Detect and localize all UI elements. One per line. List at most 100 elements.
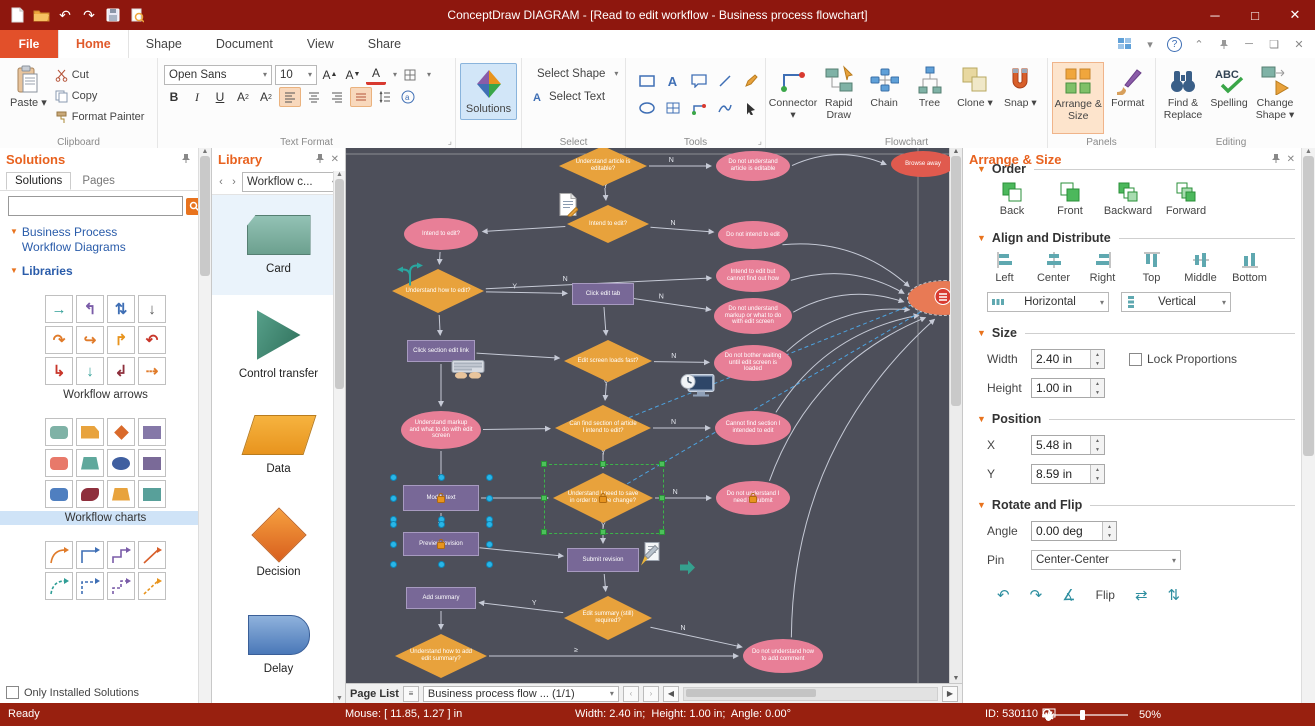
flowchart-node[interactable]: Do not understand markup or what to do w… (714, 298, 792, 334)
connector-shape-cell[interactable] (45, 572, 73, 600)
library-select[interactable]: Workflow c...▾ (242, 172, 341, 192)
library-prev-icon[interactable]: ‹ (216, 176, 226, 188)
print-preview-icon[interactable] (126, 4, 148, 26)
flip-horizontal-icon[interactable]: ⇄ (1135, 586, 1148, 604)
flowchart-node[interactable]: Do not intend to edit (718, 221, 788, 249)
chart-shape-cell[interactable] (138, 449, 166, 477)
canvas-vertical-scrollbar[interactable]: ▲▼ (949, 148, 962, 683)
rotate-right-icon[interactable]: ↷ (1030, 586, 1043, 604)
workflow-charts-caption[interactable]: Workflow charts (0, 511, 211, 525)
distribute-horizontal-select[interactable]: Horizontal▾ (987, 292, 1109, 312)
chart-shape-cell[interactable] (76, 480, 104, 508)
page-prev-icon[interactable]: ‹ (623, 686, 639, 702)
ellipse-tool[interactable] (634, 95, 659, 121)
library-item-delay[interactable]: Delay (212, 595, 345, 695)
rotate-left-icon[interactable]: ↶ (997, 586, 1010, 604)
chart-shape-cell[interactable] (107, 480, 135, 508)
library-item-control-transfer[interactable]: Control transfer (212, 295, 345, 395)
library-item-decision[interactable]: Decision (212, 495, 345, 595)
drawing-canvas[interactable]: NYNNYNNYNYNYYN≥Understand article is edi… (346, 148, 962, 683)
spin-down-icon[interactable]: ▼ (1091, 445, 1104, 454)
selection-handle[interactable] (659, 461, 665, 467)
flowchart-node[interactable]: Modify text (403, 485, 479, 511)
only-installed-checkbox[interactable] (6, 686, 19, 699)
tab-file[interactable]: File (0, 30, 58, 58)
tab-shape[interactable]: Shape (129, 30, 199, 58)
order-section-header[interactable]: ▼Order (977, 162, 1295, 176)
align-right-objects-button[interactable]: Right (1079, 251, 1126, 284)
solutions-scrollbar[interactable]: ▲ (198, 148, 211, 703)
chart-shape-cell[interactable] (45, 418, 73, 446)
bold-button[interactable]: B (164, 88, 184, 106)
flowchart-node[interactable]: Cannot find section I intended to edit (715, 411, 791, 445)
canvas-horizontal-scrollbar[interactable] (683, 687, 938, 701)
page-next-icon[interactable]: › (643, 686, 659, 702)
spelling-button[interactable]: ABC Spelling (1206, 62, 1252, 134)
tab-view[interactable]: View (290, 30, 351, 58)
pin-ribbon-icon[interactable] (1216, 36, 1232, 52)
workspace-style-icon[interactable] (1117, 36, 1133, 52)
spin-down-icon[interactable]: ▼ (1091, 474, 1104, 483)
close-panel-icon[interactable]: ✕ (331, 154, 339, 165)
spin-up-icon[interactable]: ▲ (1103, 522, 1116, 531)
pencil-tool[interactable] (738, 68, 763, 94)
align-left-button[interactable] (279, 87, 301, 107)
chart-shape-cell[interactable] (45, 449, 73, 477)
zoom-level[interactable]: 50% (1139, 709, 1161, 721)
chart-shape-cell[interactable] (107, 449, 135, 477)
flowchart-node[interactable]: Do not understand how to add comment (743, 639, 823, 673)
library-item-data[interactable]: Data (212, 395, 345, 495)
arrow-shape-cell[interactable]: ↷ (45, 326, 73, 354)
align-middle-objects-button[interactable]: Middle (1177, 251, 1224, 284)
arrow-shape-cell[interactable]: ⇢ (138, 357, 166, 385)
find-replace-button[interactable]: Find & Replace (1160, 62, 1206, 134)
flowchart-node[interactable]: Do not bother waiting until edit screen … (714, 345, 792, 381)
connector-shape-cell[interactable] (138, 572, 166, 600)
curve-tool[interactable] (712, 95, 737, 121)
paste-button[interactable]: Paste ▾ (4, 62, 53, 113)
flowchart-node[interactable]: Do not understand article is editable (716, 151, 790, 181)
connector-shape-cell[interactable] (76, 541, 104, 569)
bring-forward-button[interactable]: Forward (1161, 182, 1211, 217)
text-direction-button[interactable]: a (398, 88, 418, 106)
page-list-menu-icon[interactable]: ≡ (403, 686, 419, 702)
send-backward-button[interactable]: Backward (1103, 182, 1153, 217)
selection-handle[interactable] (486, 474, 493, 481)
line-tool[interactable] (712, 68, 737, 94)
flowchart-node[interactable]: Click edit tab (572, 283, 634, 305)
position-section-header[interactable]: ▼Position (977, 412, 1295, 426)
flowchart-node[interactable]: Intend to edit but cannot find out how (716, 260, 790, 292)
library-item-card[interactable]: Card (212, 195, 345, 295)
selection-handle[interactable] (600, 461, 606, 467)
flowchart-node[interactable]: Intend to edit? (404, 218, 478, 250)
rapid-draw-button[interactable]: Rapid Draw (816, 62, 861, 134)
solutions-button[interactable]: Solutions (460, 63, 517, 120)
clone-button[interactable]: Clone ▾ (952, 62, 997, 134)
copy-button[interactable]: Copy (55, 87, 145, 105)
selection-handle[interactable] (390, 495, 397, 502)
align-center-objects-button[interactable]: Center (1030, 251, 1077, 284)
borders-button[interactable] (400, 66, 420, 84)
selection-handle[interactable] (390, 561, 397, 568)
pin-icon[interactable] (181, 153, 191, 166)
selection-handle[interactable] (486, 561, 493, 568)
selection-handle[interactable] (659, 495, 665, 501)
flowchart-node[interactable]: Preview revision (403, 532, 479, 556)
tab-home[interactable]: Home (58, 30, 129, 58)
tab-share[interactable]: Share (351, 30, 418, 58)
text-tool[interactable]: A (660, 68, 685, 94)
arrow-shape-cell[interactable]: ↓ (76, 357, 104, 385)
tab-document[interactable]: Document (199, 30, 290, 58)
selection-handle[interactable] (486, 521, 493, 528)
underline-button[interactable]: U (210, 88, 230, 106)
flowchart-node[interactable]: Submit revision (567, 548, 639, 572)
chart-shape-cell[interactable] (76, 449, 104, 477)
pointer-tool[interactable] (738, 95, 763, 121)
connector-shape-cell[interactable] (76, 572, 104, 600)
comment-tool[interactable] (686, 68, 711, 94)
distribute-vertical-select[interactable]: Vertical▾ (1121, 292, 1231, 312)
spin-down-icon[interactable]: ▼ (1091, 359, 1104, 368)
format-panel-button[interactable]: Format (1104, 62, 1151, 134)
scroll-left-icon[interactable]: ◀ (663, 686, 679, 702)
select-text-button[interactable]: A Select Text (526, 85, 621, 108)
